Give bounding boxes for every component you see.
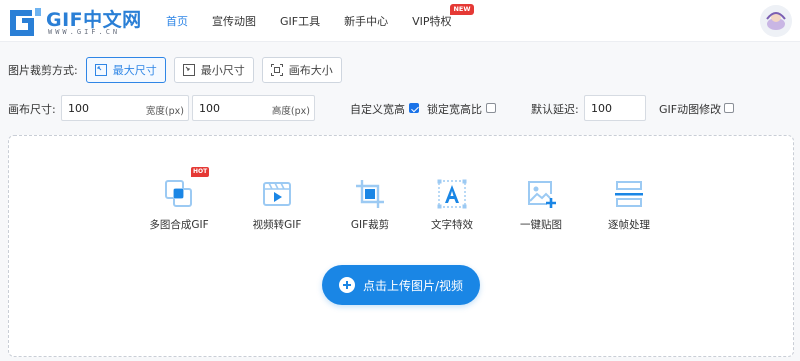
tool-frame-process[interactable]: 逐帧处理 [584, 178, 674, 232]
height-input[interactable]: 100 高度(px) [192, 95, 315, 121]
crop-mode-canvas-size-label: 画布大小 [288, 64, 333, 77]
tool-one-click-sticker[interactable]: 一键贴图 [496, 178, 586, 232]
nav-item-vip[interactable]: VIP特权 NEW [412, 4, 474, 29]
video-icon [263, 182, 291, 206]
tool-video-to-gif[interactable]: 视频转GIF [232, 178, 322, 232]
canvas-size-label: 画布尺寸: [8, 103, 56, 116]
nav-item-gif-tools[interactable]: GIF工具 [280, 13, 320, 29]
tool-merge-gif-label: 多图合成GIF [149, 219, 209, 231]
main-nav: 首页 宣传动图 GIF工具 新手中心 VIP特权 NEW [166, 0, 476, 42]
default-delay-value: 100 [591, 102, 612, 115]
nav-item-home[interactable]: 首页 [166, 13, 188, 29]
height-unit: 高度(px) [271, 106, 310, 117]
upload-drop-area[interactable]: HOT 多图合成GIF 视频转GIF GIF裁剪 文字特效 一键贴图 逐帧处理 … [8, 135, 794, 357]
upload-button[interactable]: 点击上传图片/视频 [322, 265, 480, 305]
hot-badge: HOT [191, 167, 210, 177]
plus-circle-icon [338, 277, 355, 293]
new-badge: NEW [450, 4, 474, 15]
crop-mode-row: 图片裁剪方式: 最大尺寸 最小尺寸 画布大小 [8, 57, 342, 83]
gif-edit-checkbox[interactable] [724, 103, 734, 113]
merge-images-icon [165, 180, 192, 207]
tool-video-to-gif-label: 视频转GIF [252, 219, 302, 231]
site-logo[interactable]: GIF中文网 WWW.GIF.CN [8, 4, 158, 38]
tool-merge-gif[interactable]: HOT 多图合成GIF [134, 167, 224, 232]
tool-frame-process-label: 逐帧处理 [608, 219, 650, 231]
canvas-size-row: 画布尺寸: 100 宽度(px) 100 高度(px) 自定义宽高 锁定宽高比 … [8, 95, 798, 121]
default-delay-input[interactable]: 100 [584, 95, 646, 121]
avatar-icon [760, 5, 792, 37]
expand-icon [94, 64, 107, 76]
custom-size-label: 自定义宽高 [350, 103, 405, 116]
tool-gif-crop-label: GIF裁剪 [350, 219, 390, 231]
nav-item-beginner-center[interactable]: 新手中心 [344, 13, 388, 29]
user-avatar[interactable] [760, 5, 792, 37]
crop-icon [356, 180, 384, 208]
crop-mode-min-size-button[interactable]: 最小尺寸 [173, 57, 254, 83]
lock-ratio-checkbox[interactable] [486, 103, 496, 113]
crop-mode-max-size-button[interactable]: 最大尺寸 [85, 57, 166, 83]
frames-icon [615, 181, 643, 207]
text-effect-icon [437, 179, 467, 209]
nav-item-promo-gifs[interactable]: 宣传动图 [212, 13, 256, 29]
height-value: 100 [199, 102, 220, 115]
lock-ratio-label: 锁定宽高比 [427, 103, 482, 116]
width-value: 100 [68, 102, 89, 115]
width-unit: 宽度(px) [145, 106, 184, 117]
gif-edit-label: GIF动图修改 [659, 103, 722, 116]
crop-mode-label: 图片裁剪方式: [8, 64, 78, 77]
shrink-icon [182, 64, 195, 76]
tool-one-click-sticker-label: 一键贴图 [520, 219, 562, 231]
crop-mode-canvas-size-button[interactable]: 画布大小 [261, 57, 342, 83]
default-delay-label: 默认延迟: [531, 103, 579, 116]
upload-button-label: 点击上传图片/视频 [362, 278, 464, 293]
crop-mode-max-size-label: 最大尺寸 [112, 64, 157, 77]
logo-domain: WWW.GIF.CN [48, 28, 121, 36]
tool-gif-crop[interactable]: GIF裁剪 [325, 178, 415, 232]
logo-mark-icon [10, 8, 41, 36]
custom-size-checkbox[interactable] [409, 103, 419, 113]
tool-text-effect-label: 文字特效 [431, 219, 473, 231]
canvas-icon [270, 64, 283, 76]
crop-mode-min-size-label: 最小尺寸 [200, 64, 245, 77]
nav-item-vip-label: VIP特权 [412, 15, 452, 28]
add-image-icon [528, 181, 556, 208]
width-input[interactable]: 100 宽度(px) [61, 95, 189, 121]
tool-text-effect[interactable]: 文字特效 [407, 178, 497, 232]
top-navigation-bar: GIF中文网 WWW.GIF.CN 首页 宣传动图 GIF工具 新手中心 VIP… [0, 0, 800, 42]
